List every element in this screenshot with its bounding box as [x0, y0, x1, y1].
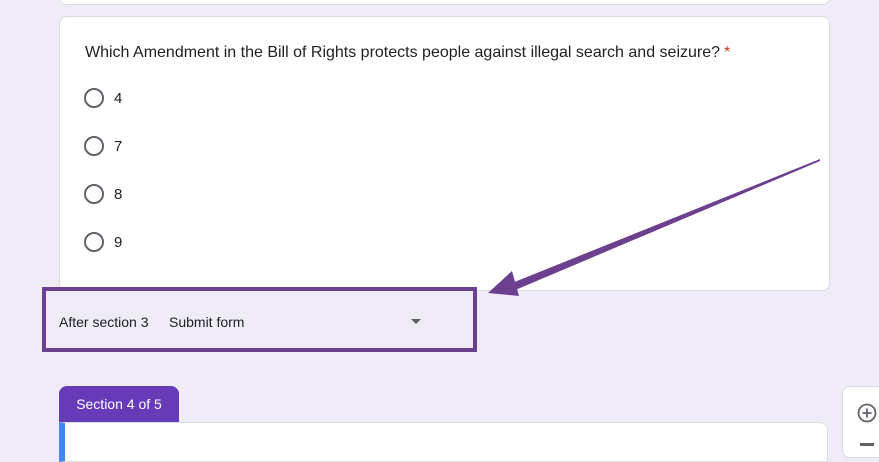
previous-question-card [59, 0, 830, 5]
section-tab: Section 4 of 5 [59, 386, 179, 422]
question-text: Which Amendment in the Bill of Rights pr… [85, 44, 721, 61]
option-label: 9 [114, 234, 123, 251]
radio-button[interactable] [84, 232, 104, 252]
after-section-label: After section 3 [59, 314, 149, 330]
question-card: Which Amendment in the Bill of Rights pr… [59, 16, 830, 291]
radio-button[interactable] [84, 184, 104, 204]
add-question-icon[interactable] [857, 403, 877, 423]
radio-button[interactable] [84, 88, 104, 108]
chevron-down-icon[interactable] [411, 319, 421, 324]
after-section-navigation: After section 3 Submit form [42, 287, 477, 352]
after-section-dropdown[interactable]: Submit form [169, 314, 244, 330]
radio-button[interactable] [84, 136, 104, 156]
option-label: 7 [114, 138, 123, 155]
section-header-card [59, 422, 828, 462]
question-title: Which Amendment in the Bill of Rights pr… [85, 44, 730, 62]
required-asterisk: * [724, 44, 731, 61]
option-label: 8 [114, 186, 123, 203]
option-label: 4 [114, 90, 123, 107]
floating-toolbar [842, 386, 879, 458]
